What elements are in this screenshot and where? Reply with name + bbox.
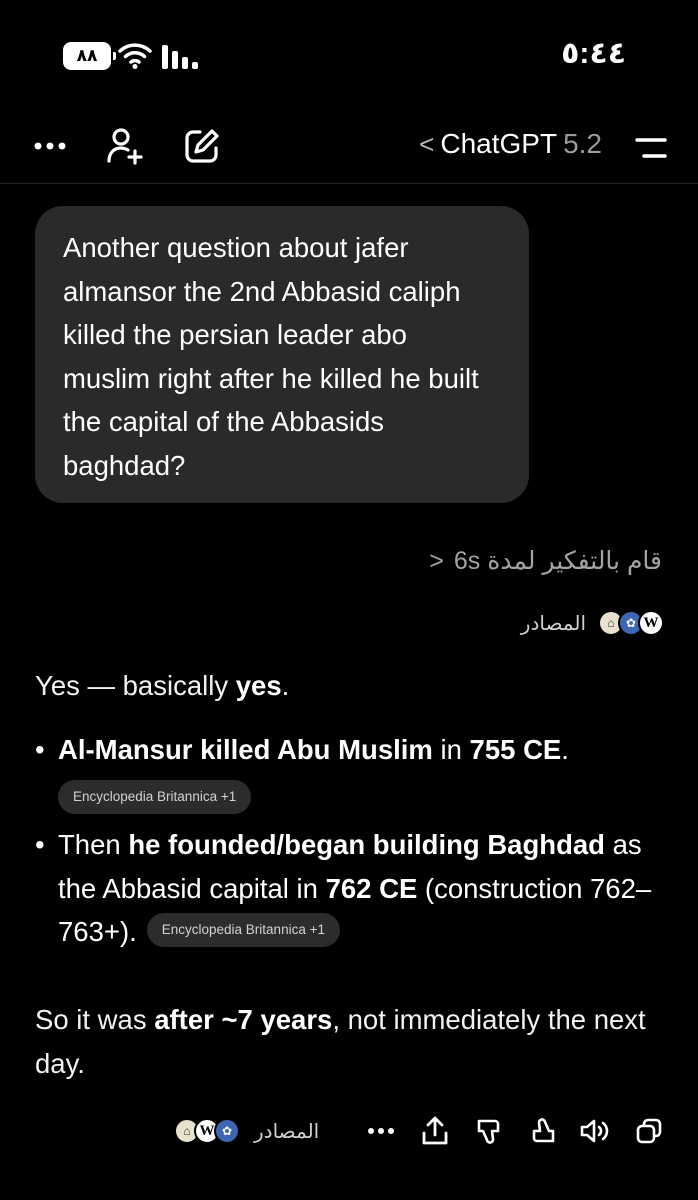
intro-end: .	[281, 670, 290, 701]
battery-icon: ٨٨	[63, 42, 116, 70]
thinking-toggle[interactable]: قام بالتفكير لمدة 6s <	[429, 546, 662, 576]
bullet-dot: •	[35, 734, 45, 765]
chat-header: < ChatGPT 5.2	[0, 110, 698, 184]
share-icon[interactable]	[418, 1114, 452, 1148]
bullet-bold: 755 CE	[469, 734, 562, 765]
source-favicons: ⌂ W ✿	[174, 1118, 240, 1144]
answer-bullet: • Al-Mansur killed Abu Muslim in 755 CE.…	[35, 728, 665, 815]
citation-chip[interactable]: Encyclopedia Britannica +1	[146, 912, 340, 947]
chevron-icon: <	[429, 546, 444, 575]
sources-label: المصادر	[520, 612, 586, 635]
new-chat-icon[interactable]	[182, 126, 222, 166]
user-message-text: Another question about jafer almansor th…	[63, 232, 479, 481]
wikipedia-source-icon: W	[638, 610, 664, 636]
cellular-signal-icon	[162, 45, 198, 69]
bullet-bold: he founded/began building Baghdad	[128, 829, 605, 860]
closing-bold: after ~7 years	[154, 1004, 333, 1035]
bullet-bold: Al-Mansur killed Abu Muslim	[58, 734, 433, 765]
thumbs-up-icon[interactable]	[526, 1114, 560, 1148]
answer-intro: Yes — basically yes.	[35, 664, 665, 708]
thinking-label: قام بالتفكير لمدة 6s	[453, 547, 662, 575]
read-aloud-icon[interactable]	[578, 1114, 612, 1148]
more-dots-icon[interactable]	[364, 1114, 398, 1148]
model-version: 5.2	[563, 128, 602, 159]
bullet-bold: 762 CE	[325, 872, 418, 904]
copy-icon[interactable]	[632, 1114, 666, 1148]
model-selector[interactable]: < ChatGPT 5.2	[419, 128, 602, 160]
clock: ٥:٤٤	[561, 37, 626, 70]
citation-chip[interactable]: Encyclopedia Britannica +1	[58, 780, 252, 815]
menu-icon[interactable]	[634, 134, 668, 162]
bullet-dot: •	[35, 829, 45, 860]
user-message-bubble: Another question about jafer almansor th…	[35, 206, 529, 503]
sources-label: المصادر	[254, 1120, 320, 1143]
message-action-bar: المصادر ⌂ W ✿	[0, 1110, 698, 1154]
answer-closing: So it was after ~7 years, not immediatel…	[35, 998, 665, 1085]
battery-level: ٨٨	[76, 46, 98, 65]
wifi-icon	[118, 43, 152, 69]
sources-button[interactable]: المصادر ⌂ W ✿	[174, 1118, 320, 1144]
britannica-source-icon: ✿	[214, 1118, 240, 1144]
bullet-text: in	[432, 734, 470, 765]
sources-button[interactable]: المصادر ⌂ ✿ W	[521, 610, 664, 636]
more-dots-icon[interactable]	[30, 126, 70, 166]
bullet-text: Then	[58, 829, 129, 860]
app-title: ChatGPT	[440, 128, 558, 159]
answer-bullet: • Then he founded/began building Baghdad…	[35, 823, 665, 954]
bullet-text: .	[561, 734, 569, 765]
closing-text: So it was	[35, 1004, 155, 1035]
thumbs-down-icon[interactable]	[472, 1114, 506, 1148]
chevron-left-icon: <	[419, 129, 435, 159]
intro-text: Yes — basically	[35, 670, 236, 701]
intro-bold: yes	[235, 670, 282, 701]
source-favicons: ⌂ ✿ W	[598, 610, 664, 636]
status-bar: ٨٨ ٥:٤٤	[0, 0, 698, 110]
add-person-icon[interactable]	[104, 126, 144, 166]
